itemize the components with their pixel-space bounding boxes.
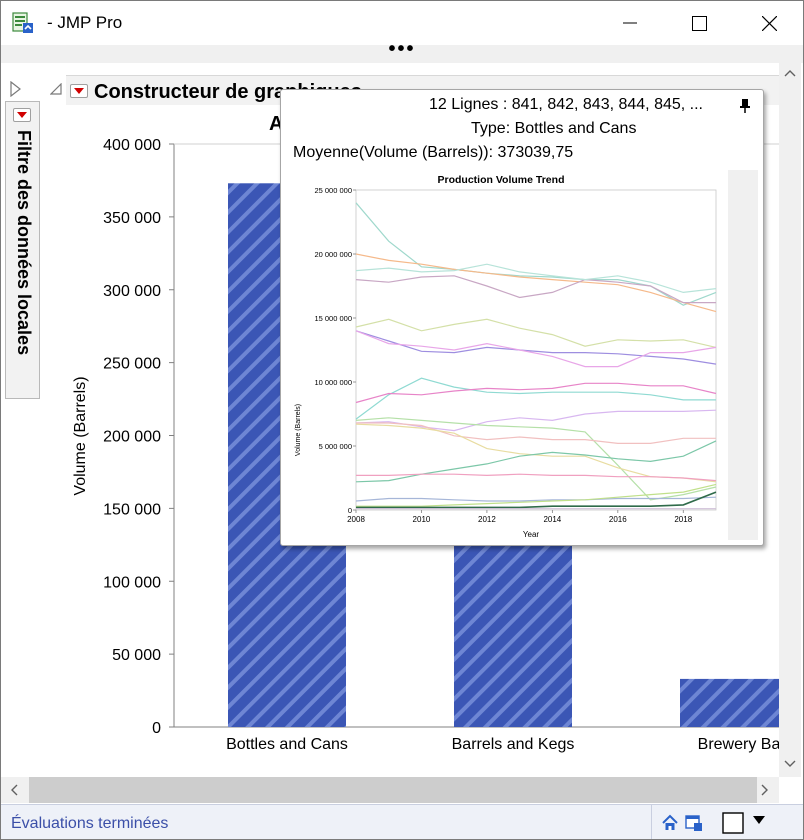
x-category-label: Bottles and Cans — [226, 736, 348, 753]
tooltip-type-label: Type: — [471, 120, 511, 137]
scroll-right-icon[interactable] — [761, 784, 769, 796]
y-tick-label: 0 — [152, 720, 161, 737]
mini-y-tick-label: 0 — [348, 506, 352, 515]
outline-collapse-icon[interactable] — [50, 83, 62, 95]
mini-y-tick-label: 15 000 000 — [314, 314, 352, 323]
y-tick-label: 350 000 — [103, 210, 161, 227]
app-window: - JMP Pro ••• 0 50 000 100 000 150 000 200 0… — [0, 0, 804, 840]
chevron-down-icon[interactable] — [753, 816, 765, 826]
mini-x-tick-label: 2012 — [478, 515, 496, 524]
outline-menu-red-triangle-icon[interactable] — [70, 84, 88, 98]
vertical-scrollbar[interactable] — [779, 63, 801, 777]
status-bar: Évaluations terminées — [1, 804, 803, 839]
bar-2[interactable] — [680, 678, 779, 727]
mini-chart-title: Production Volume Trend — [438, 174, 565, 186]
mini-x-tick-label: 2016 — [609, 515, 627, 524]
y-tick-label: 150 000 — [103, 501, 161, 518]
mini-chart-ylabel: Volume (Barrels) — [295, 404, 302, 456]
y-axis-label: Volume (Barrels) — [72, 376, 89, 495]
mini-x-tick-label: 2008 — [347, 515, 365, 524]
status-text: Évaluations terminées — [11, 815, 169, 832]
y-tick-label: 250 000 — [103, 356, 161, 373]
mini-chart-shade — [728, 170, 758, 540]
layout-square-icon[interactable] — [722, 812, 744, 834]
horizontal-scroll-thumb[interactable] — [29, 777, 757, 803]
window-list-icon[interactable] — [685, 814, 703, 832]
tooltip-mean-label: Moyenne(Volume (Barrels)): — [293, 144, 494, 161]
scroll-up-icon[interactable] — [784, 69, 796, 77]
mini-line-chart-svg: Production Volume Trend 0 5 000 000 10 000… — [295, 174, 717, 539]
y-tick-label: 200 000 — [103, 429, 161, 446]
status-tools — [651, 805, 803, 839]
y-tick-label: 400 000 — [103, 137, 161, 154]
pin-icon[interactable] — [739, 98, 751, 114]
panel-expand-arrow-icon[interactable] — [10, 81, 22, 97]
y-tick-label: 300 000 — [103, 283, 161, 300]
tooltip-rows: 12 Lignes : 841, 842, 843, 844, 845, ... — [429, 96, 703, 113]
mini-y-tick-label: 25 000 000 — [314, 186, 352, 195]
mini-chart-xlabel: Year — [523, 530, 540, 539]
filter-panel-label: Filtre des données locales — [14, 130, 34, 356]
x-category-label: Brewery Ba — [698, 736, 781, 753]
tooltip-type-row: Type: Bottles and Cans — [471, 120, 636, 138]
y-tick-label: 50 000 — [112, 647, 161, 664]
mini-plot-area — [355, 189, 717, 511]
hover-label-tooltip: 12 Lignes : 841, 842, 843, 844, 845, ...… — [280, 89, 764, 546]
y-tick-label: 100 000 — [103, 574, 161, 591]
filter-menu-red-triangle-icon[interactable] — [13, 108, 31, 122]
tooltip-mean-row: Moyenne(Volume (Barrels)): 373039,75 — [293, 144, 573, 162]
scroll-left-icon[interactable] — [10, 784, 18, 796]
tooltip-mean-value: 373039,75 — [497, 144, 574, 161]
scroll-down-icon[interactable] — [784, 760, 796, 768]
x-category-label: Barrels and Kegs — [452, 736, 575, 753]
filter-panel-label-wrap: Filtre des données locales — [8, 130, 38, 392]
mini-y-tick-label: 5 000 000 — [319, 442, 352, 451]
home-icon[interactable] — [661, 814, 679, 832]
mini-x-tick-label: 2018 — [674, 515, 692, 524]
mini-y-tick-label: 10 000 000 — [314, 378, 352, 387]
local-data-filter-panel[interactable]: Filtre des données locales — [5, 101, 40, 399]
mini-x-tick-label: 2010 — [413, 515, 431, 524]
tooltip-type-value: Bottles and Cans — [514, 120, 637, 137]
mini-y-tick-label: 20 000 000 — [314, 250, 352, 259]
mini-x-tick-label: 2014 — [543, 515, 561, 524]
mini-line-chart: Production Volume Trend 0 5 000 000 10 000… — [286, 170, 728, 540]
